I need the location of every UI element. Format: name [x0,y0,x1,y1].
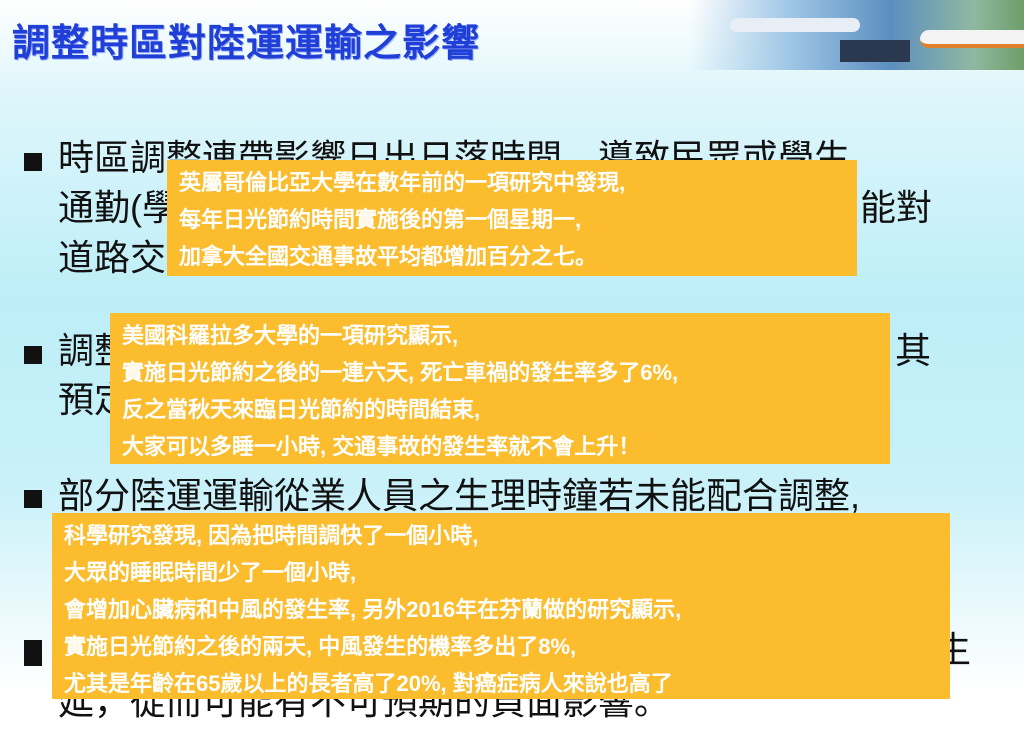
callout-line: 實施日光節約之後的一連六天, 死亡車禍的發生率多了6%, [122,360,679,385]
callout-line: 大家可以多睡一小時, 交通事故的發生率就不會上升！ [122,434,641,459]
bullet-1-line-3: 道路交 [58,237,167,278]
callout-line: 反之當秋天來臨日光節約的時間結束, [122,397,481,422]
bullet-icon [24,490,42,508]
bullet-icon [24,346,42,364]
bullet-1-line-2b: 能對 [860,187,933,228]
callout-line: 實施日光節約之後的兩天, 中風發生的機率多出了8%, [64,634,577,659]
bullet-icon [24,640,42,666]
bullet-2-line-1b: 其 [895,330,932,371]
callout-line: 會增加心臟病和中風的發生率, 另外2016年在芬蘭做的研究顯示, [64,597,682,622]
ship-icon [840,40,910,62]
train-icon [920,30,1024,48]
callout-health-study: 科學研究發現, 因為把時間調快了一個小時, 大眾的睡眠時間少了一個小時, 會增加… [52,513,950,699]
slide-title: 調整時區對陸運運輸之影響 [12,23,481,65]
bullet-icon [24,153,42,171]
transport-banner-image [690,0,1024,70]
callout-line: 英屬哥倫比亞大學在數年前的一項研究中發現, [179,170,626,195]
callout-colorado-study: 美國科羅拉多大學的一項研究顯示, 實施日光節約之後的一連六天, 死亡車禍的發生率… [110,313,890,464]
bullet-1-line-2a: 通勤(學 [58,187,178,228]
callout-canada-study: 英屬哥倫比亞大學在數年前的一項研究中發現, 每年日光節約時間實施後的第一個星期一… [167,160,857,276]
airplane-icon [730,18,860,32]
callout-line: 尤其是年齡在65歲以上的長者高了20%, 對癌症病人來說也高了 [64,671,673,696]
callout-line: 美國科羅拉多大學的一項研究顯示, [122,323,459,348]
callout-line: 科學研究發現, 因為把時間調快了一個小時, [64,523,479,548]
callout-line: 大眾的睡眠時間少了一個小時, [64,560,357,585]
bullet-3-line-1: 部分陸運運輸從業人員之生理時鐘若未能配合調整, [58,475,861,516]
callout-line: 每年日光節約時間實施後的第一個星期一, [179,207,582,232]
callout-line: 加拿大全國交通事故平均都增加百分之七。 [179,244,598,269]
